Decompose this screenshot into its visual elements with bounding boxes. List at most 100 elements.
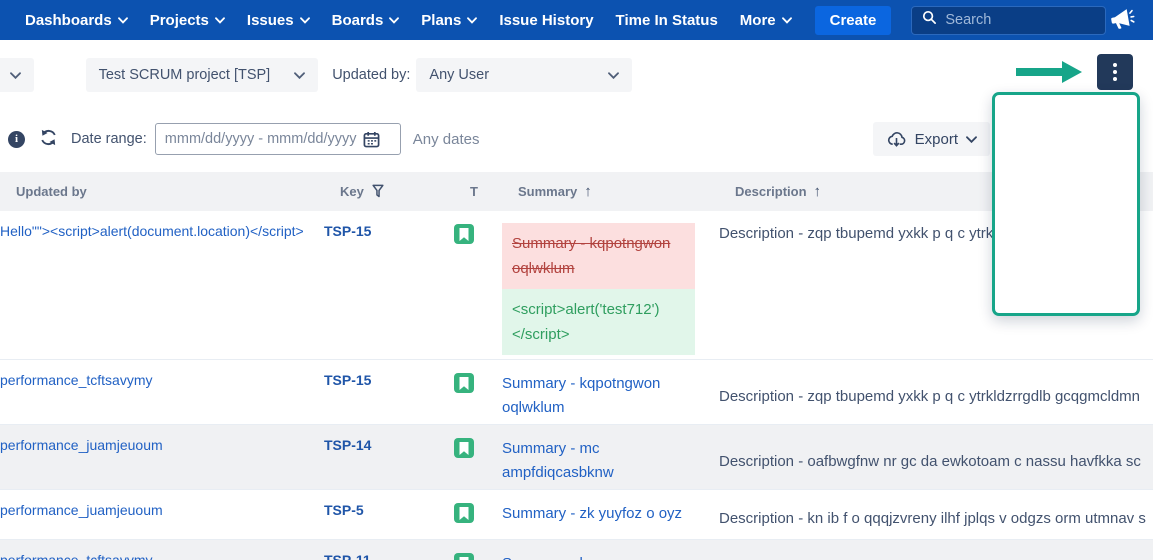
chevron-down-icon	[782, 17, 792, 24]
project-filter-value: Test SCRUM project [TSP]	[99, 67, 271, 83]
menu-item-book-a-demo[interactable]	[1020, 236, 1137, 268]
refresh-button[interactable]	[39, 128, 58, 150]
export-label: Export	[915, 131, 958, 148]
nav-item-label: Time In Status	[616, 12, 718, 29]
nav-item-issues[interactable]: Issues	[236, 0, 321, 40]
table-row: Hello""><script>alert(document.location)…	[0, 211, 1153, 360]
nav-item-more[interactable]: More	[729, 0, 803, 40]
updated-by-link[interactable]: Hello""><script>alert(document.location)…	[0, 223, 304, 239]
date-range-input[interactable]	[165, 131, 357, 147]
date-range-input-wrap[interactable]	[155, 123, 401, 155]
more-options-button[interactable]	[1097, 54, 1133, 90]
nav-item-label: Plans	[421, 12, 461, 29]
nav-item-dashboards[interactable]: Dashboards	[14, 0, 139, 40]
summary-added-text: <script>alert('test712') </script>	[502, 289, 695, 355]
updated-by-link[interactable]: performance_juamjeuoum	[0, 502, 163, 518]
app-window: Dashboards Projects Issues Boards Plans …	[0, 0, 1153, 560]
issue-key-link[interactable]: TSP-15	[324, 372, 371, 388]
menu-item-product-tour[interactable]	[1020, 268, 1137, 300]
menu-item-get-support[interactable]	[1020, 140, 1137, 172]
summary-link[interactable]: Summary - zk yuyfoz o oyz	[502, 502, 682, 526]
summary-link[interactable]: Summary - mc ampfdiqcasbknw	[502, 437, 695, 485]
summary-link[interactable]: Summary - bg gbjtoanosyhtdihkl	[502, 552, 695, 560]
announcements-button[interactable]	[1110, 9, 1135, 31]
issue-key-link[interactable]: TSP-11	[324, 552, 371, 560]
column-header-summary[interactable]: Summary ↑	[518, 183, 735, 200]
table-body: Hello""><script>alert(document.location)…	[0, 211, 1153, 560]
nav-item-label: Issues	[247, 12, 294, 29]
chevron-down-icon	[608, 72, 619, 79]
nav-right-icons: ?	[1110, 7, 1153, 33]
column-header-type: T	[470, 184, 518, 199]
export-button[interactable]: Export	[873, 122, 990, 156]
info-icon[interactable]: i	[8, 131, 25, 148]
issues-table: Updated by Key T Summary ↑ Description ↑…	[0, 172, 1153, 560]
annotation-arrow	[1016, 61, 1082, 88]
menu-item-suggest-a-feature[interactable]	[1020, 204, 1137, 236]
create-button[interactable]: Create	[815, 6, 892, 35]
date-range-label: Date range:	[71, 131, 147, 147]
nav-item-projects[interactable]: Projects	[139, 0, 236, 40]
nav-item-boards[interactable]: Boards	[321, 0, 411, 40]
table-row: performance_tcftsavymy TSP-11 Summary - …	[0, 540, 1153, 560]
any-dates-hint: Any dates	[413, 131, 480, 148]
calendar-icon[interactable]	[363, 131, 380, 148]
chevron-down-icon	[215, 17, 225, 24]
column-header-key[interactable]: Key	[340, 184, 470, 199]
menu-item-documentation[interactable]	[1020, 108, 1137, 140]
kebab-icon	[1113, 63, 1117, 67]
story-type-icon	[454, 503, 474, 523]
chevron-down-icon	[467, 17, 477, 24]
issue-key-link[interactable]: TSP-5	[324, 502, 364, 518]
story-type-icon	[454, 224, 474, 244]
updated-by-link[interactable]: performance_tcftsavymy	[0, 552, 153, 560]
project-type-select[interactable]: ject	[0, 58, 34, 92]
nav-item-label: Projects	[150, 12, 209, 29]
nav-menu: Dashboards Projects Issues Boards Plans …	[14, 0, 803, 40]
more-options-menu	[992, 92, 1140, 316]
story-type-icon	[454, 553, 474, 560]
issue-key-link[interactable]: TSP-15	[324, 223, 371, 239]
summary-removed-text: Summary - kqpotngwon oqlwklum	[502, 223, 695, 289]
table-row: performance_juamjeuoum TSP-14 Summary - …	[0, 425, 1153, 490]
chevron-down-icon	[294, 72, 305, 79]
chevron-down-icon	[300, 17, 310, 24]
nav-item-issue-history[interactable]: Issue History	[488, 0, 604, 40]
cloud-download-icon	[886, 130, 907, 148]
chevron-down-icon	[966, 136, 977, 143]
table-row: performance_tcftsavymy TSP-15 Summary - …	[0, 360, 1153, 425]
project-filter-select[interactable]: Test SCRUM project [TSP]	[86, 58, 319, 92]
table-row: performance_juamjeuoum TSP-5 Summary - z…	[0, 490, 1153, 540]
description-text: Description - zqp tbupemd yxkk p q c ytr…	[719, 388, 1140, 405]
global-search[interactable]	[911, 6, 1106, 35]
nav-item-plans[interactable]: Plans	[410, 0, 488, 40]
sort-ascending-icon[interactable]: ↑	[584, 183, 592, 200]
chevron-down-icon	[389, 17, 399, 24]
updated-by-label: Updated by:	[332, 67, 410, 83]
updated-by-select[interactable]: Any User	[416, 58, 632, 92]
menu-item-report-a-bug[interactable]	[1020, 172, 1137, 204]
chevron-down-icon	[10, 72, 21, 79]
search-input[interactable]	[945, 12, 1095, 28]
nav-item-time-in-status[interactable]: Time In Status	[605, 0, 729, 40]
search-icon	[922, 10, 937, 30]
story-type-icon	[454, 438, 474, 458]
column-header-updated-by: Updated by	[16, 184, 340, 199]
description-text: Description - zqp tbupemd yxkk p q c ytr…	[719, 225, 993, 242]
nav-item-label: More	[740, 12, 776, 29]
updated-by-value: Any User	[429, 67, 489, 83]
summary-link[interactable]: Summary - kqpotngwon oqlwklum	[502, 372, 695, 420]
nav-item-label: Boards	[332, 12, 384, 29]
updated-by-link[interactable]: performance_tcftsavymy	[0, 372, 153, 388]
nav-item-label: Issue History	[499, 12, 593, 29]
date-filter-row: i Date range: Any dates Export	[0, 122, 1153, 156]
updated-by-link[interactable]: performance_juamjeuoum	[0, 437, 163, 453]
description-text: Description - oafbwgfnw nr gc da ewkotoa…	[719, 453, 1141, 470]
nav-item-label: Dashboards	[25, 12, 112, 29]
top-navbar: Dashboards Projects Issues Boards Plans …	[0, 0, 1153, 40]
filter-funnel-icon[interactable]	[371, 184, 385, 199]
issue-key-link[interactable]: TSP-14	[324, 437, 371, 453]
sort-ascending-icon[interactable]: ↑	[814, 183, 822, 200]
refresh-icon	[39, 128, 58, 150]
chevron-down-icon	[118, 17, 128, 24]
